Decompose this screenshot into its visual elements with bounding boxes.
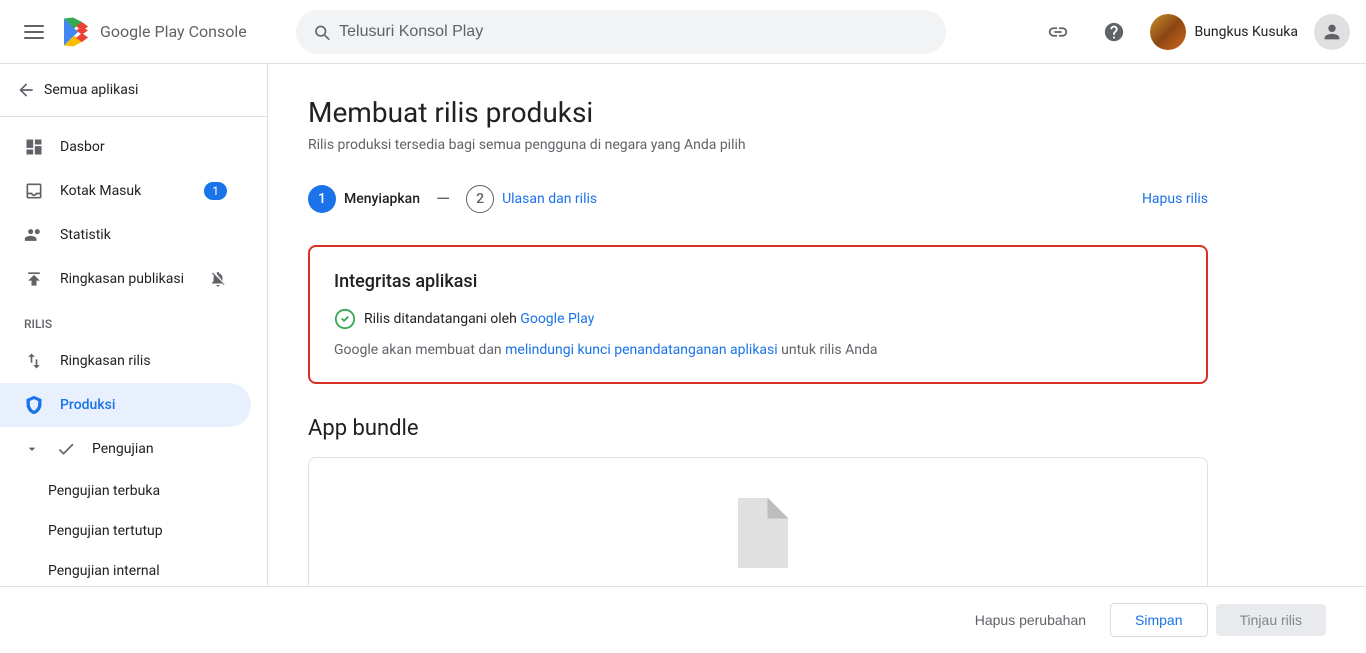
testing-icon — [56, 439, 76, 459]
sidebar-label-statistik: Statistik — [60, 227, 111, 243]
link-icon-button[interactable] — [1038, 12, 1078, 52]
google-play-logo — [60, 16, 92, 48]
integrity-status-text: Rilis ditandatangani oleh Google Play — [364, 311, 594, 327]
sidebar-label-pengujian-terbuka: Pengujian terbuka — [48, 483, 160, 499]
discard-button[interactable]: Hapus perubahan — [959, 604, 1102, 636]
sidebar-label-produksi: Produksi — [60, 397, 115, 413]
content-inner: Membuat rilis produksi Rilis produksi te… — [268, 64, 1248, 586]
user-area[interactable]: Bungkus Kusuka — [1150, 14, 1298, 50]
hamburger-menu[interactable] — [16, 17, 52, 47]
sidebar-item-ringkasan-publikasi[interactable]: Ringkasan publikasi — [0, 257, 251, 301]
dashboard-icon — [24, 137, 44, 157]
step-2-label[interactable]: Ulasan dan rilis — [502, 191, 597, 207]
help-icon-button[interactable] — [1094, 12, 1134, 52]
topbar: Google Play Console Bungkus Kusuka — [0, 0, 1366, 64]
help-icon — [1103, 21, 1125, 43]
notification-off-icon — [209, 270, 227, 288]
review-button[interactable]: Tinjau rilis — [1216, 604, 1327, 636]
inbox-icon — [24, 181, 44, 201]
delete-release-button[interactable]: Hapus rilis — [1142, 191, 1208, 207]
stepper: 1 Menyiapkan — 2 Ulasan dan rilis Hapus … — [308, 185, 1208, 213]
integrity-status: Rilis ditandatangani oleh Google Play — [334, 308, 1182, 330]
sidebar-label-ringkasan-publikasi: Ringkasan publikasi — [60, 271, 184, 287]
search-input[interactable] — [339, 23, 930, 41]
logo-area: Google Play Console — [60, 16, 247, 48]
save-button[interactable]: Simpan — [1110, 603, 1207, 637]
sidebar-label-dasbor: Dasbor — [60, 139, 105, 155]
step-connector: — — [436, 189, 450, 210]
statistics-icon — [24, 225, 44, 245]
sidebar-back-label: Semua aplikasi — [44, 82, 138, 98]
production-icon — [24, 395, 44, 415]
sidebar-item-kotak-masuk[interactable]: Kotak Masuk 1 — [0, 169, 251, 213]
main-layout: Semua aplikasi Dasbor Kotak Masuk 1 — [0, 64, 1366, 586]
publish-icon — [24, 269, 44, 289]
chevron-down-icon — [24, 441, 40, 457]
google-play-link[interactable]: Google Play — [520, 311, 594, 327]
sidebar-item-dasbor[interactable]: Dasbor — [0, 125, 251, 169]
check-circle-icon — [334, 308, 356, 330]
sidebar-item-ringkasan-rilis[interactable]: Ringkasan rilis — [0, 339, 251, 383]
logo-text: Google Play Console — [100, 22, 247, 41]
step-2: 2 Ulasan dan rilis — [466, 185, 597, 213]
person-icon — [1321, 21, 1343, 43]
search-bar[interactable] — [296, 10, 946, 54]
content-area: Membuat rilis produksi Rilis produksi te… — [268, 64, 1366, 586]
sidebar-item-pengujian-tertutup[interactable]: Pengujian tertutup — [0, 511, 251, 551]
sidebar-label-pengujian-internal: Pengujian internal — [48, 563, 160, 579]
sidebar-back-button[interactable]: Semua aplikasi — [0, 64, 267, 117]
link-icon — [1047, 21, 1069, 43]
bottom-bar: Hapus perubahan Simpan Tinjau rilis — [0, 586, 1366, 653]
sidebar-label-kotak-masuk: Kotak Masuk — [60, 183, 141, 199]
signing-key-link[interactable]: melindungi kunci penandatanganan aplikas… — [505, 342, 778, 358]
step-1: 1 Menyiapkan — [308, 185, 420, 213]
sidebar-label-pengujian: Pengujian — [92, 441, 154, 457]
account-icon[interactable] — [1314, 14, 1350, 50]
page-subtitle: Rilis produksi tersedia bagi semua pengg… — [308, 137, 1208, 153]
integrity-card: Integritas aplikasi Rilis ditandatangani… — [308, 245, 1208, 384]
step-1-label: Menyiapkan — [344, 191, 420, 207]
page-title: Membuat rilis produksi — [308, 96, 1208, 129]
topbar-right: Bungkus Kusuka — [1038, 12, 1350, 52]
sidebar-label-pengujian-tertutup: Pengujian tertutup — [48, 523, 163, 539]
integrity-desc: Google akan membuat dan melindungi kunci… — [334, 342, 1182, 358]
kotak-masuk-badge: 1 — [204, 182, 227, 200]
sidebar-label-ringkasan-rilis: Ringkasan rilis — [60, 353, 151, 369]
sidebar-item-pengujian-terbuka[interactable]: Pengujian terbuka — [0, 471, 251, 511]
app-bundle-title: App bundle — [308, 416, 1208, 441]
user-name: Bungkus Kusuka — [1194, 24, 1298, 40]
back-arrow-icon — [16, 80, 36, 100]
user-avatar-image — [1150, 14, 1186, 50]
bundle-upload-area[interactable]: Lepaskan app bundle di sini untuk mengup… — [308, 457, 1208, 586]
sidebar-item-produksi[interactable]: Produksi — [0, 383, 251, 427]
sidebar-item-statistik[interactable]: Statistik — [0, 213, 251, 257]
step-1-circle: 1 — [308, 185, 336, 213]
sidebar: Semua aplikasi Dasbor Kotak Masuk 1 — [0, 64, 268, 586]
search-icon — [312, 22, 331, 42]
step-2-circle: 2 — [466, 185, 494, 213]
integrity-title: Integritas aplikasi — [334, 271, 1182, 292]
sidebar-section-rilis: Rilis — [0, 301, 267, 339]
release-summary-icon — [24, 351, 44, 371]
bundle-file-icon — [728, 498, 788, 572]
sidebar-item-pengujian-internal[interactable]: Pengujian internal — [0, 551, 251, 586]
sidebar-item-pengujian[interactable]: Pengujian — [0, 427, 251, 471]
topbar-left: Google Play Console — [16, 16, 284, 48]
